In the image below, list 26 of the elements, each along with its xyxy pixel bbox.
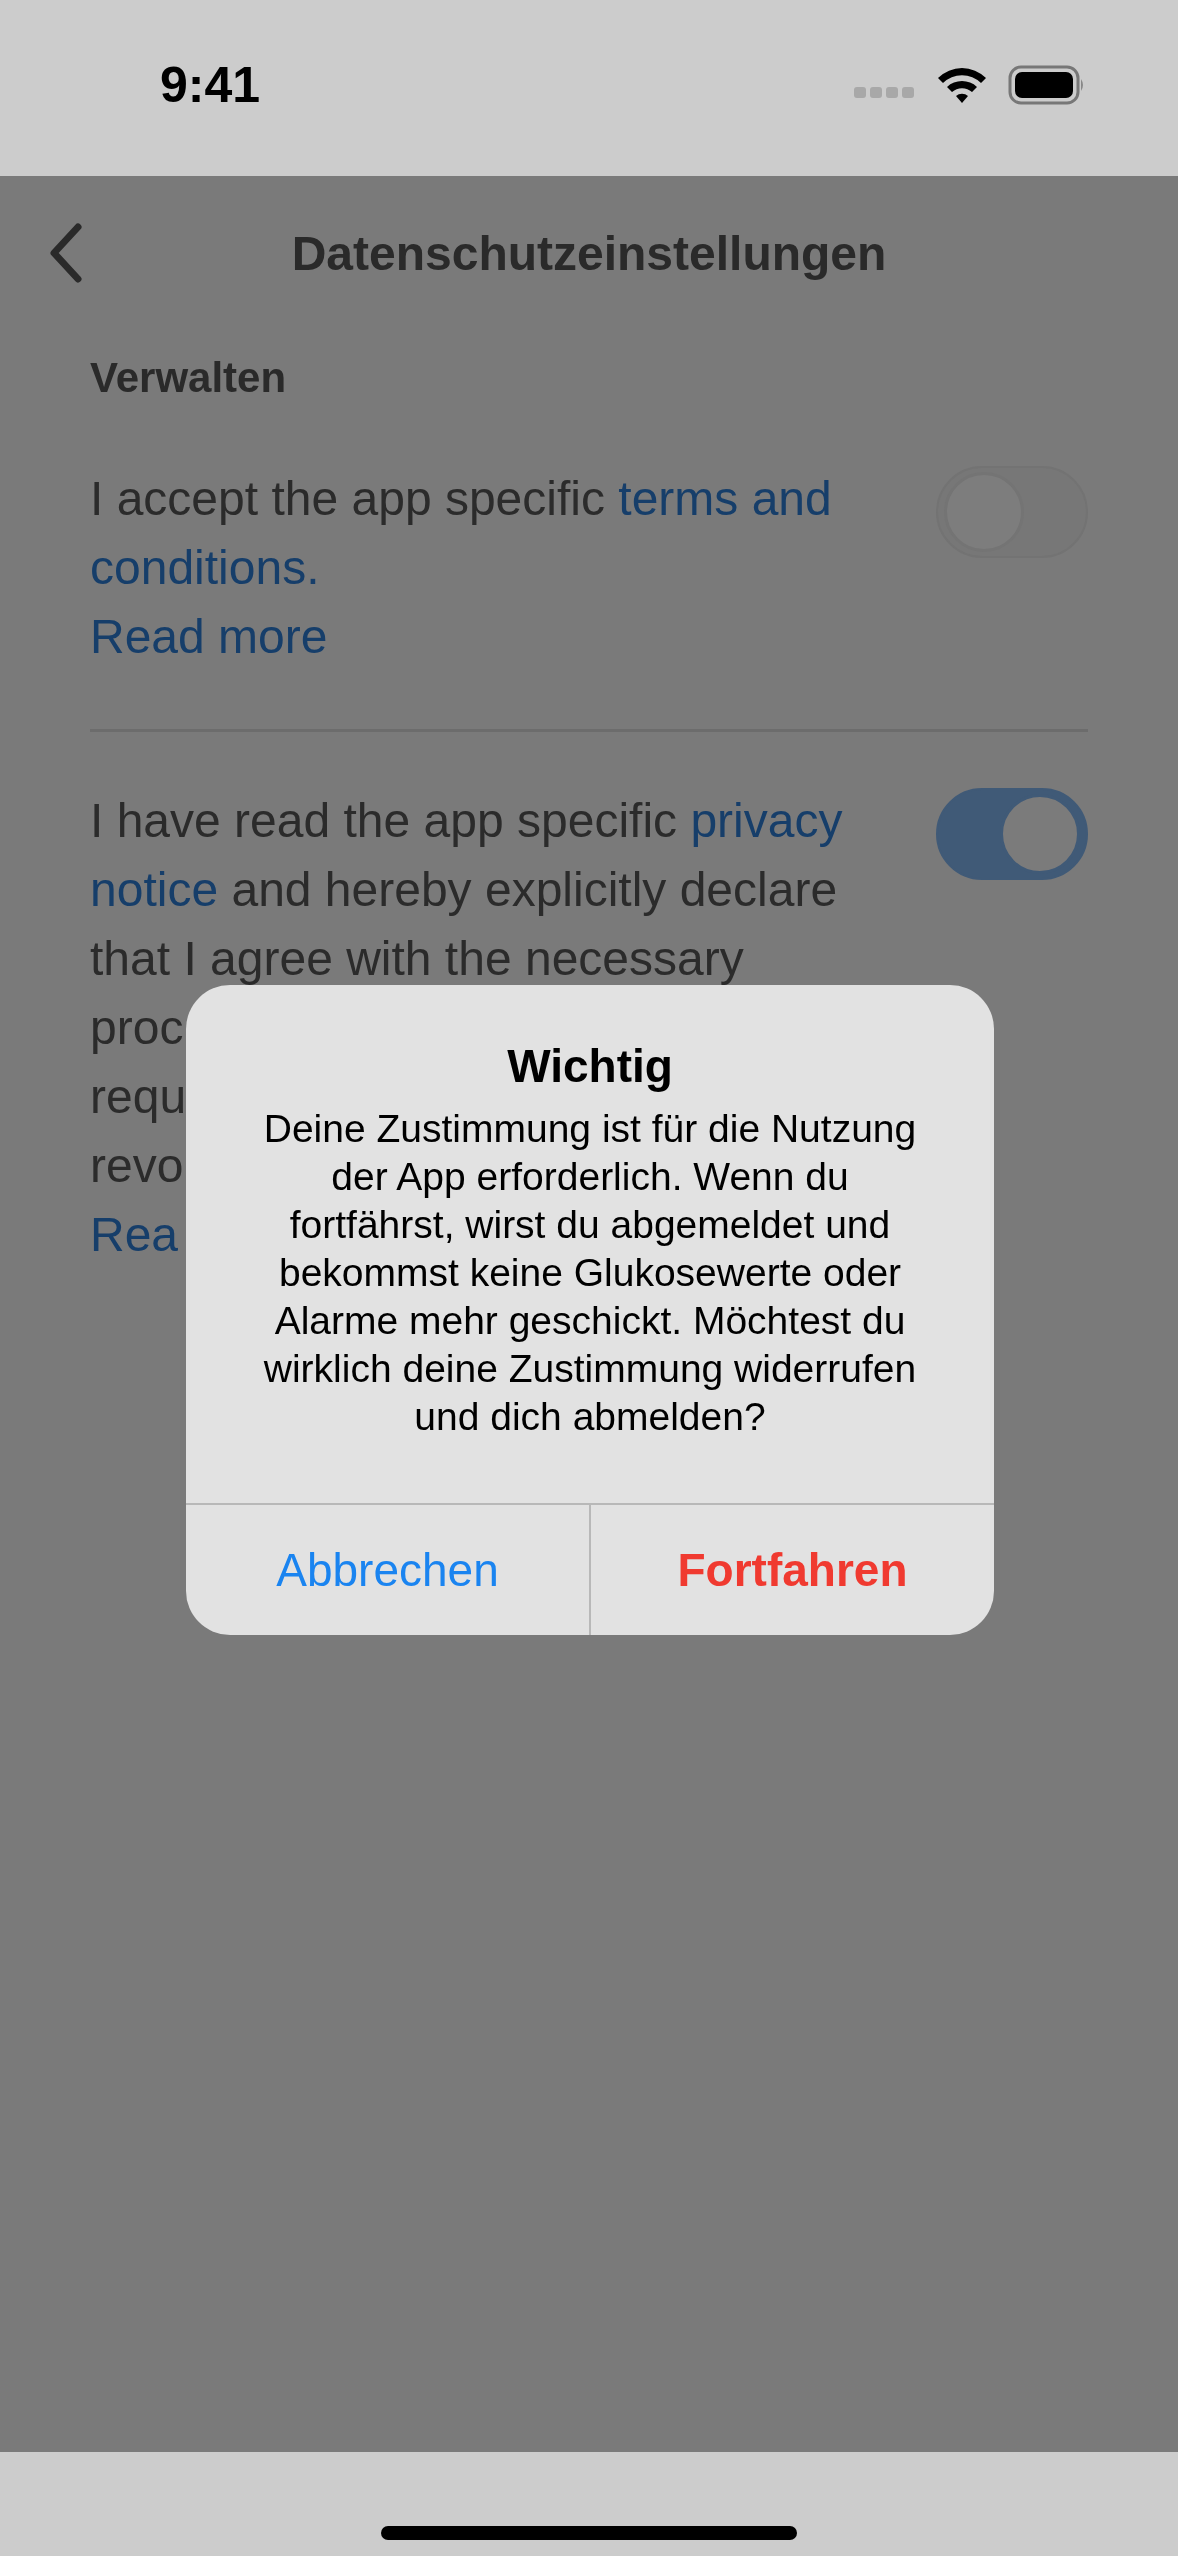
consent-text: revo (90, 1139, 184, 1192)
dialog-title: Wichtig (507, 1039, 673, 1093)
signal-icon (854, 85, 916, 99)
cancel-button[interactable]: Abbrechen (186, 1505, 589, 1635)
link[interactable]: conditions. (90, 541, 320, 594)
consent-text: and hereby explicitly declare (230, 863, 838, 916)
consent-text: proc (90, 1001, 184, 1054)
status-time: 9:41 (160, 56, 261, 114)
link[interactable]: privacy (690, 794, 843, 847)
consent-text: that I agree with the necessary (90, 932, 744, 985)
wifi-icon (936, 65, 988, 105)
link[interactable]: terms and (618, 472, 832, 525)
chevron-left-icon (48, 223, 84, 283)
dialog-message: Deine Zustimmung ist für die Nutzung der App erforderlich. Wenn du fortfährst, wirst du abgemeldet und bekommst keine Glukosewerte oder Alarme mehr geschickt. Möchtest du wirklich deine Zustimmung widerrufen und dich abmelden? (262, 1106, 918, 1440)
read-more-link[interactable]: Rea (90, 1208, 179, 1261)
section-heading: Verwalten (90, 354, 288, 402)
link[interactable]: notice (90, 863, 219, 916)
battery-icon (1008, 65, 1086, 105)
page-title: Datenschutzeinstellungen (290, 225, 888, 281)
read-more-link[interactable]: Read more (90, 610, 328, 663)
back-button[interactable] (48, 223, 84, 283)
consent-text: requ (90, 1070, 187, 1123)
continue-button[interactable]: Fortfahren (589, 1505, 994, 1635)
consent-text: I have read the app specific (90, 794, 679, 847)
home-indicator[interactable] (381, 2526, 797, 2540)
consent-text: I accept the app specific (90, 472, 606, 525)
